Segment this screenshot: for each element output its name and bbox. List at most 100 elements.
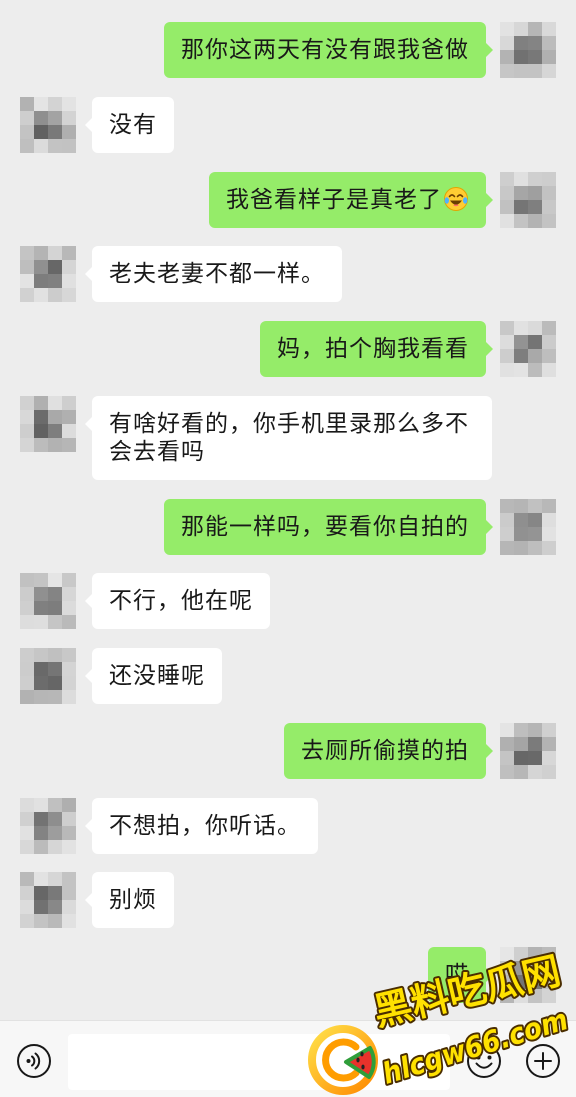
mosaic-cell bbox=[514, 185, 528, 200]
mosaic-cell bbox=[528, 961, 542, 975]
avatar[interactable] bbox=[500, 722, 556, 779]
message-bubble[interactable]: 那能一样吗，要看你自拍的 bbox=[164, 498, 493, 555]
message-row: 还没睡呢 bbox=[0, 648, 576, 704]
mosaic-cell bbox=[500, 750, 514, 765]
avatar[interactable] bbox=[20, 872, 76, 929]
mosaic-cell bbox=[34, 110, 48, 125]
avatar[interactable] bbox=[500, 22, 556, 78]
chat-message-list[interactable]: 那你这两天有没有跟我爸做 没有 我爸看样子是真老了 老夫老妻不都一样。 妈，拍个… bbox=[0, 0, 576, 1020]
mosaic-cell bbox=[62, 395, 76, 410]
mosaic-cell bbox=[34, 886, 48, 901]
mosaic-cell bbox=[48, 690, 62, 704]
mosaic-cell bbox=[20, 648, 34, 662]
mosaic-cell bbox=[528, 736, 542, 751]
mosaic-cell bbox=[20, 615, 34, 630]
avatar[interactable] bbox=[20, 96, 76, 153]
mosaic-cell bbox=[542, 947, 556, 961]
mosaic-cell bbox=[48, 260, 62, 275]
mosaic-cell bbox=[528, 171, 542, 186]
mosaic-cell bbox=[500, 722, 514, 737]
mosaic-cell bbox=[20, 872, 34, 887]
mosaic-cell bbox=[500, 512, 514, 527]
message-bubble[interactable]: 老夫老妻不都一样。 bbox=[85, 246, 342, 303]
message-row: 哎 bbox=[0, 947, 576, 1003]
mosaic-cell bbox=[20, 573, 34, 588]
mosaic-cell bbox=[20, 96, 34, 111]
message-bubble[interactable]: 不想拍，你听话。 bbox=[85, 797, 318, 854]
message-text: 那你这两天有没有跟我爸做 bbox=[181, 37, 469, 63]
mosaic-cell bbox=[34, 260, 48, 275]
emoji-icon[interactable] bbox=[466, 1043, 502, 1079]
mosaic-cell bbox=[48, 615, 62, 630]
avatar[interactable] bbox=[20, 395, 76, 452]
message-bubble[interactable]: 那你这两天有没有跟我爸做 bbox=[164, 22, 493, 78]
message-bubble[interactable]: 还没睡呢 bbox=[85, 648, 222, 704]
mosaic-cell bbox=[542, 22, 556, 36]
avatar[interactable] bbox=[500, 321, 556, 377]
message-bubble[interactable]: 不行，他在呢 bbox=[85, 573, 270, 630]
message-text: 我爸看样子是真老了 bbox=[226, 186, 442, 213]
plus-icon[interactable] bbox=[525, 1043, 561, 1079]
mosaic-cell bbox=[20, 246, 34, 261]
message-bubble[interactable]: 我爸看样子是真老了 bbox=[209, 171, 493, 228]
mosaic-cell bbox=[542, 512, 556, 527]
mosaic-cell bbox=[48, 676, 62, 690]
mosaic-cell bbox=[542, 722, 556, 737]
mosaic-cell bbox=[514, 975, 528, 989]
mosaic-cell bbox=[20, 690, 34, 704]
mosaic-cell bbox=[62, 615, 76, 630]
message-bubble[interactable]: 哎 bbox=[428, 947, 493, 1003]
mosaic-cell bbox=[62, 900, 76, 915]
mosaic-cell bbox=[34, 246, 48, 261]
avatar[interactable] bbox=[500, 171, 556, 228]
avatar[interactable] bbox=[20, 648, 76, 704]
avatar[interactable] bbox=[500, 498, 556, 555]
mosaic-cell bbox=[34, 900, 48, 915]
mosaic-cell bbox=[542, 750, 556, 765]
mosaic-cell bbox=[48, 601, 62, 616]
message-bubble[interactable]: 去厕所偷摸的拍 bbox=[284, 722, 493, 779]
mosaic-cell bbox=[500, 540, 514, 555]
mosaic-cell bbox=[62, 437, 76, 452]
message-bubble[interactable]: 妈，拍个胸我看看 bbox=[260, 321, 493, 377]
mosaic-cell bbox=[500, 349, 514, 363]
mosaic-cell bbox=[542, 185, 556, 200]
avatar[interactable] bbox=[500, 947, 556, 1003]
mosaic-cell bbox=[62, 886, 76, 901]
mosaic-cell bbox=[20, 886, 34, 901]
avatar[interactable] bbox=[20, 246, 76, 303]
mosaic-cell bbox=[34, 662, 48, 676]
avatar[interactable] bbox=[20, 797, 76, 854]
message-bubble[interactable]: 有啥好看的，你手机里录那么多不会去看吗 bbox=[85, 395, 492, 480]
mosaic-cell bbox=[20, 900, 34, 915]
mosaic-cell bbox=[34, 648, 48, 662]
mosaic-cell bbox=[542, 540, 556, 555]
message-bubble[interactable]: 别烦 bbox=[85, 872, 174, 929]
mosaic-cell bbox=[48, 573, 62, 588]
message-row: 别烦 bbox=[0, 872, 576, 929]
mosaic-cell bbox=[500, 947, 514, 961]
mosaic-cell bbox=[528, 498, 542, 513]
mosaic-cell bbox=[514, 947, 528, 961]
message-row: 去厕所偷摸的拍 bbox=[0, 722, 576, 779]
avatar[interactable] bbox=[20, 573, 76, 630]
message-bubble[interactable]: 没有 bbox=[85, 96, 174, 153]
mosaic-cell bbox=[528, 335, 542, 349]
mosaic-cell bbox=[34, 914, 48, 929]
mosaic-cell bbox=[34, 274, 48, 289]
voice-icon[interactable] bbox=[16, 1043, 52, 1079]
message-input[interactable] bbox=[68, 1034, 450, 1090]
mosaic-cell bbox=[528, 199, 542, 214]
mosaic-cell bbox=[500, 335, 514, 349]
mosaic-cell bbox=[20, 676, 34, 690]
mosaic-cell bbox=[20, 662, 34, 676]
mosaic-cell bbox=[528, 321, 542, 335]
mosaic-cell bbox=[20, 839, 34, 854]
mosaic-cell bbox=[528, 975, 542, 989]
mosaic-cell bbox=[514, 36, 528, 50]
mosaic-cell bbox=[500, 321, 514, 335]
mosaic-cell bbox=[48, 423, 62, 438]
mosaic-cell bbox=[34, 839, 48, 854]
mosaic-cell bbox=[20, 797, 34, 812]
mosaic-cell bbox=[20, 138, 34, 153]
